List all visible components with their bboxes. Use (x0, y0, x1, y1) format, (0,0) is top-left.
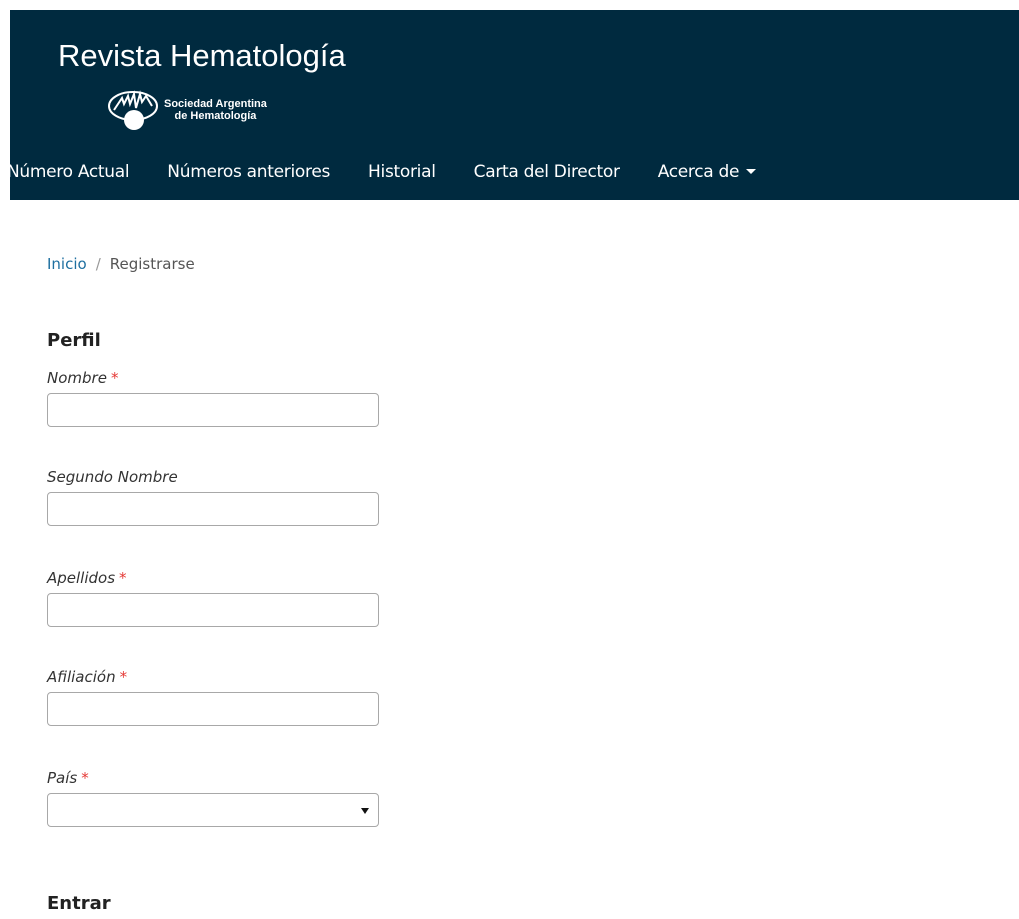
last-name-label-text: Apellidos (47, 569, 116, 587)
nav-item-historial[interactable]: Historial (368, 162, 436, 182)
login-section-title: Entrar (47, 893, 111, 914)
page-left-margin (0, 0, 10, 919)
breadcrumb-home-link[interactable]: Inicio (47, 255, 87, 273)
required-marker: * (119, 668, 128, 686)
society-logo[interactable]: Sociedad Argentina de Hematología (108, 88, 267, 132)
profile-section-title: Perfil (47, 330, 101, 351)
saha-logo-icon (108, 90, 158, 130)
first-name-input[interactable] (47, 393, 379, 427)
main-nav: Número Actual Números anteriores Histori… (7, 162, 794, 182)
first-name-label: Nombre * (47, 369, 118, 387)
nav-item-numero-actual[interactable]: Número Actual (7, 162, 130, 182)
affiliation-label: Afiliación * (47, 668, 127, 686)
society-name: Sociedad Argentina de Hematología (164, 98, 267, 122)
required-marker: * (110, 369, 119, 387)
required-marker: * (81, 769, 89, 787)
required-marker: * (119, 569, 127, 587)
nav-item-carta-del-director[interactable]: Carta del Director (474, 162, 620, 182)
dropdown-arrow-icon (361, 808, 369, 814)
last-name-label: Apellidos * (47, 569, 127, 587)
country-label-text: País (47, 769, 78, 787)
site-header: Revista Hematología Sociedad Argentina d… (7, 10, 1019, 200)
country-select[interactable] (47, 793, 379, 827)
chevron-down-icon (746, 169, 757, 174)
logo-line-2: de Hematología (174, 110, 257, 122)
country-label: País * (47, 769, 89, 787)
middle-name-label: Segundo Nombre (47, 468, 178, 486)
affiliation-input[interactable] (47, 692, 379, 726)
last-name-input[interactable] (47, 593, 379, 627)
site-title[interactable]: Revista Hematología (58, 38, 346, 74)
breadcrumb: Inicio / Registrarse (47, 255, 195, 273)
nav-item-acerca-de-label: Acerca de (657, 162, 740, 182)
first-name-label-text: Nombre (47, 369, 107, 387)
breadcrumb-current: Registrarse (109, 255, 195, 273)
logo-line-1: Sociedad Argentina (164, 98, 267, 110)
nav-item-acerca-de[interactable]: Acerca de (657, 162, 757, 182)
middle-name-input[interactable] (47, 492, 379, 526)
middle-name-label-text: Segundo Nombre (47, 468, 178, 486)
nav-item-numeros-anteriores[interactable]: Números anteriores (167, 162, 330, 182)
affiliation-label-text: Afiliación (47, 668, 116, 686)
breadcrumb-separator: / (95, 255, 101, 273)
